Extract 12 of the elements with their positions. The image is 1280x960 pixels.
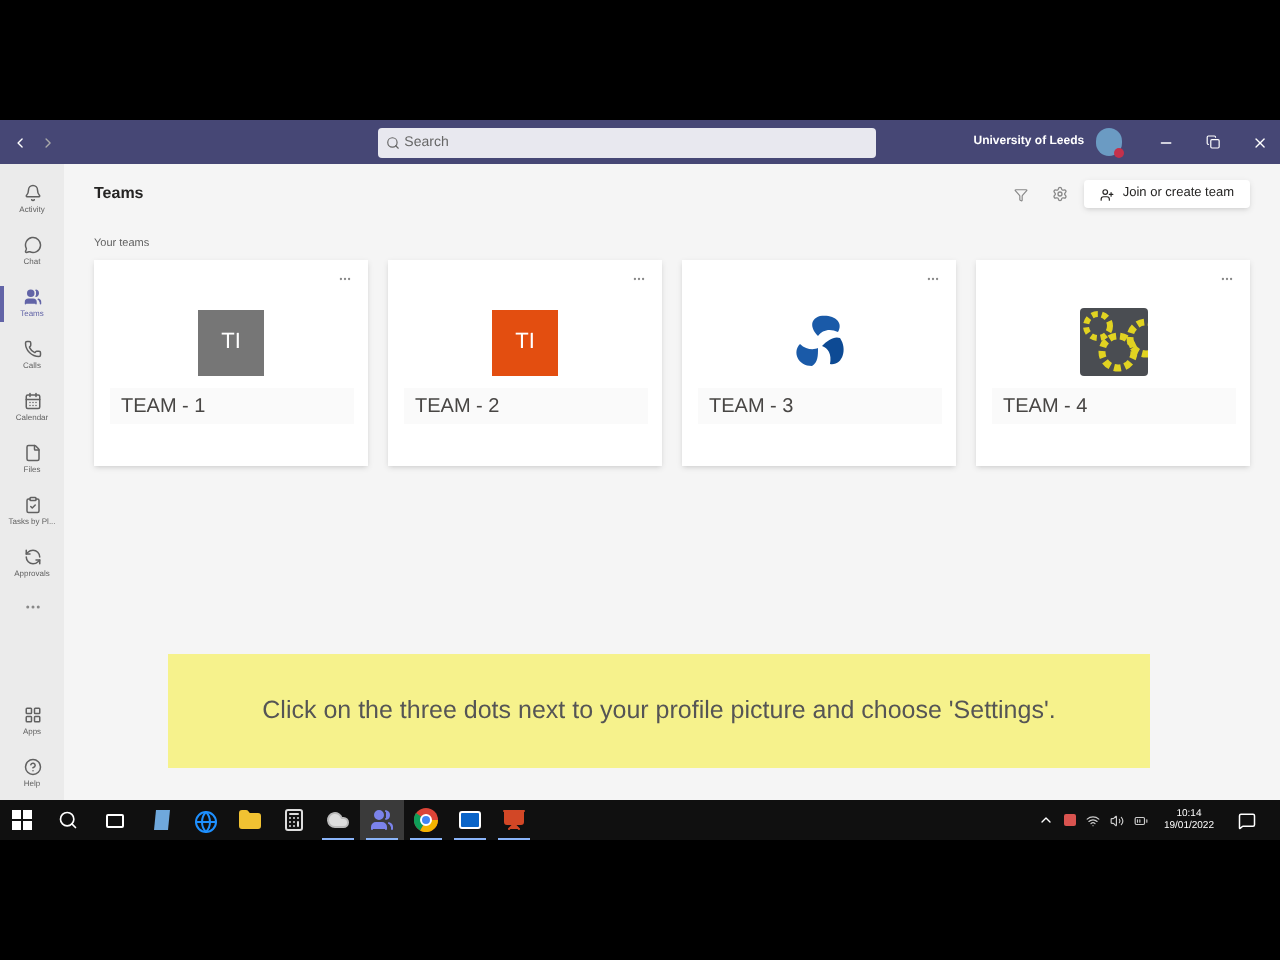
team-name: TEAM - 4 xyxy=(1003,393,1088,422)
team-name: TEAM - 3 xyxy=(709,393,794,422)
team-name: TEAM - 2 xyxy=(415,393,500,422)
caption-text: Click on the three dots next to your profile picture and choose 'Settings'. xyxy=(262,694,1056,729)
team-card[interactable]: TEAM - 3 xyxy=(682,260,956,467)
team-avatar: TI xyxy=(492,309,558,376)
team-avatar: TI xyxy=(198,309,264,376)
team-name: TEAM - 1 xyxy=(121,393,206,422)
team-card[interactable]: TEAM - 4 xyxy=(976,260,1250,467)
page-title: Teams xyxy=(94,182,144,206)
team-card[interactable]: TI TEAM - 1 xyxy=(94,260,368,467)
team-card[interactable]: TI TEAM - 2 xyxy=(388,260,662,467)
